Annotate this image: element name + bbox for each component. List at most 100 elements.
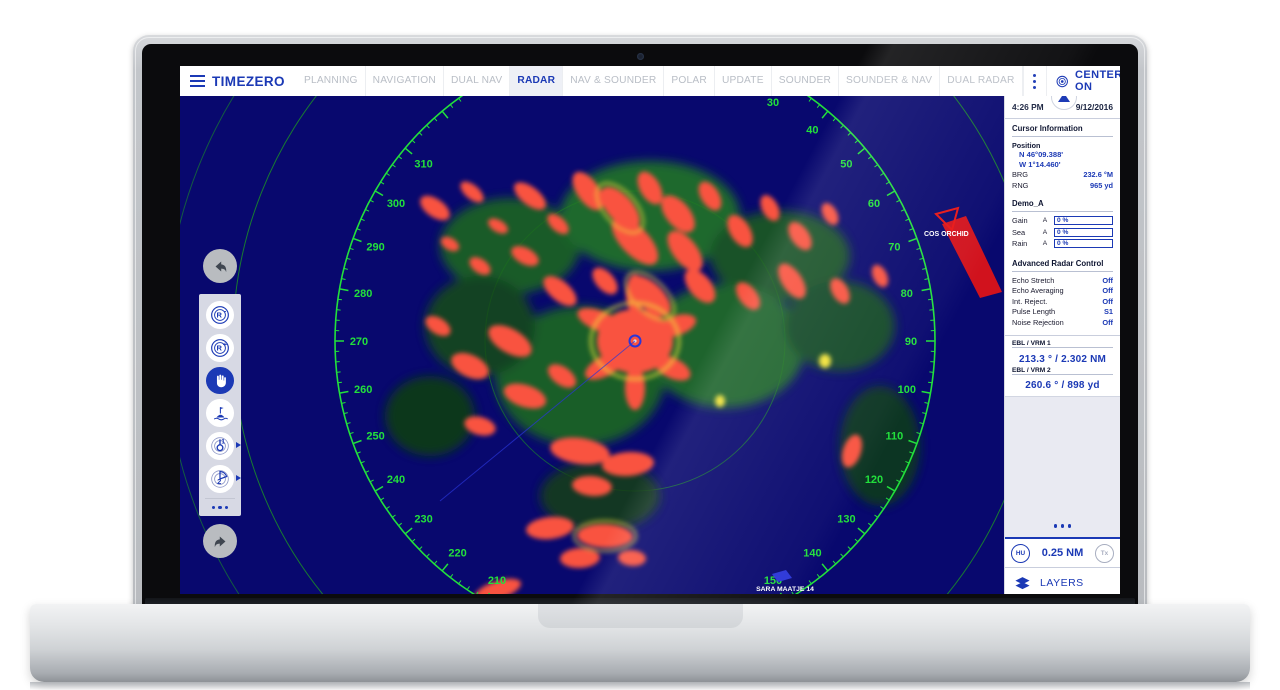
back-button[interactable] [203, 249, 237, 283]
echo-stretch-row[interactable]: Echo Stretch Off [1012, 276, 1113, 287]
compass-label-290: 290 [366, 242, 384, 254]
forward-arrow-icon [214, 536, 225, 547]
compass-label-90: 90 [905, 336, 917, 348]
ebl-vrm-2-tool[interactable]: 2 [206, 464, 241, 493]
layers-button[interactable]: LAYERS [1005, 568, 1120, 594]
divider [1005, 335, 1120, 336]
svg-text:1: 1 [221, 438, 225, 445]
clock-bar: 4:26 PM 9/12/2016 [1005, 84, 1120, 119]
echo-averaging-label: Echo Averaging [1012, 286, 1064, 295]
tool-rail-more-button[interactable] [205, 497, 235, 509]
tab-nav-and-sounder[interactable]: NAV & SOUNDER [563, 66, 665, 96]
divider [1012, 373, 1113, 375]
top-bar-right: CENTER ON – [1022, 66, 1120, 96]
noise-rejection-label: Noise Rejection [1012, 317, 1064, 327]
buoy-marker-icon [213, 406, 228, 420]
pulse-length-value: S1 [1103, 307, 1113, 316]
int-reject-value: Off [1102, 296, 1113, 306]
tab-navigation[interactable]: NAVIGATION [366, 66, 444, 96]
int-reject-label: Int. Reject. [1012, 296, 1048, 306]
forward-button[interactable] [203, 524, 237, 558]
gain-auto-toggle[interactable]: A [1040, 217, 1050, 224]
noise-rejection-row[interactable]: Noise Rejection Off [1012, 318, 1113, 329]
range-down-icon: R - [211, 305, 229, 324]
radar-info-sidebar: 4:26 PM 9/12/2016 Cursor Information Pos… [1004, 84, 1120, 594]
compass-label-220: 220 [448, 547, 466, 559]
tab-update[interactable]: UPDATE [715, 66, 772, 96]
sea-slider[interactable]: 0 % [1054, 227, 1113, 237]
echo-averaging-row[interactable]: Echo Averaging Off [1012, 286, 1113, 297]
workspace-tabs: PLANNING NAVIGATION DUAL NAV RADAR NAV &… [297, 66, 1023, 96]
center-on-label: CENTER ON [1075, 69, 1120, 93]
hamburger-icon[interactable] [190, 74, 205, 88]
int-reject-row[interactable]: Int. Reject. Off [1012, 297, 1113, 308]
pulse-length-row[interactable]: Pulse Length S1 [1012, 307, 1113, 318]
laptop-lid: TIMEZERO PLANNING NAVIGATION DUAL NAV RA… [133, 35, 1147, 642]
echo-stretch-value: Off [1102, 275, 1113, 285]
range-down-tool[interactable]: R - [206, 301, 234, 329]
compass-label-250: 250 [366, 430, 384, 442]
compass-label-60: 60 [868, 198, 880, 210]
echo-averaging-value: Off [1102, 286, 1113, 295]
tab-sounder-and-nav[interactable]: SOUNDER & NAV [839, 66, 941, 96]
pan-hand-tool[interactable] [206, 366, 234, 395]
compass-label-40: 40 [806, 125, 818, 137]
compass-label-130: 130 [837, 513, 855, 525]
ebl-vrm-2-expand-caret[interactable] [236, 474, 241, 481]
svg-text:COS ORCHID: COS ORCHID [924, 231, 969, 238]
tab-polar[interactable]: POLAR [664, 66, 715, 96]
layers-label: LAYERS [1040, 577, 1084, 589]
ebl-vrm-2-range: 898 yd [1067, 380, 1100, 391]
current-date: 9/12/2016 [1075, 102, 1113, 112]
ebl-vrm-1-range: 2.302 NM [1061, 353, 1107, 365]
center-on-button[interactable]: CENTER ON [1045, 66, 1120, 96]
rain-control[interactable]: Rain A 0 % [1012, 239, 1113, 248]
ebl-vrm-2-value: 260.6 ° / 898 yd [1012, 379, 1113, 394]
ebl-vrm-2-bearing: 260.6 ° [1025, 380, 1059, 391]
range-value[interactable]: 0.25 NM [1042, 547, 1084, 559]
pulse-length-label: Pulse Length [1012, 307, 1056, 316]
range-up-icon: R + [211, 338, 229, 357]
divider [1012, 136, 1113, 137]
rain-slider[interactable]: 0 % [1054, 239, 1113, 248]
tab-planning[interactable]: PLANNING [297, 66, 366, 96]
ebl-vrm-1-expand-caret[interactable] [236, 442, 241, 448]
gain-slider[interactable]: 0 % [1054, 216, 1113, 225]
tab-dual-nav[interactable]: DUAL NAV [444, 66, 511, 96]
radar-source-title: Demo_A [1012, 199, 1044, 208]
ebl-vrm-1-tool[interactable]: 1 [206, 432, 241, 460]
brand-name: TIMEZERO [212, 73, 285, 89]
range-up-tool[interactable]: R + [206, 333, 234, 362]
sea-control[interactable]: Sea A 0 % [1012, 227, 1113, 237]
brand-area[interactable]: TIMEZERO [180, 74, 297, 89]
echo-stretch-label: Echo Stretch [1012, 275, 1055, 285]
drop-marker-tool[interactable] [206, 399, 234, 427]
svg-text:R: R [216, 310, 222, 319]
tab-dual-radar[interactable]: DUAL RADAR [940, 66, 1023, 96]
rng-value: 965 yd [1089, 180, 1113, 190]
webcam-icon [636, 53, 644, 60]
ebl-vrm-panel: EBL / VRM 1 213.3 ° / 2.302 NM EBL / VRM… [1005, 340, 1120, 396]
ebl-vrm-1-value: 213.3 ° / 2.302 NM [1012, 352, 1113, 367]
tab-radar[interactable]: RADAR [510, 66, 564, 96]
svg-text:SARA MAATJE 14: SARA MAATJE 14 [756, 586, 814, 593]
gain-control[interactable]: Gain A 0 % [1012, 216, 1113, 225]
tab-sounder[interactable]: SOUNDER [772, 66, 840, 96]
rain-auto-toggle[interactable]: A [1040, 240, 1050, 247]
compass-label-260: 260 [354, 384, 372, 396]
radar-display[interactable]: 3040506070809010011012013014015016017018… [180, 96, 1004, 594]
sea-auto-toggle[interactable]: A [1040, 229, 1050, 236]
compass-label-110: 110 [886, 430, 904, 442]
noise-rejection-value: Off [1102, 317, 1113, 327]
overflow-menu-icon[interactable] [1022, 66, 1046, 96]
compass-label-30: 30 [767, 97, 779, 109]
svg-text:+: + [223, 339, 228, 348]
sidebar-more-button[interactable] [1005, 515, 1120, 539]
compass-label-300: 300 [387, 198, 405, 210]
range-bar: HU 0.25 NM Tx [1005, 539, 1120, 568]
transmit-button[interactable]: Tx [1094, 543, 1114, 563]
svg-text:R: R [216, 343, 222, 352]
divider [1012, 211, 1113, 212]
laptop-base [30, 604, 1250, 682]
heading-mode-button[interactable]: HU [1011, 543, 1030, 563]
